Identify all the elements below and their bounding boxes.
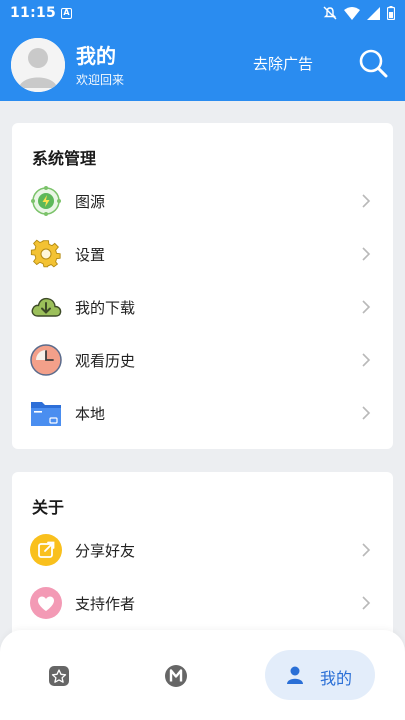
source-icon — [31, 186, 61, 216]
menu-item-share[interactable]: 分享好友 — [12, 525, 393, 575]
menu-item-settings[interactable]: 设置 — [12, 229, 393, 279]
clock-icon — [30, 344, 62, 376]
share-icon — [30, 534, 62, 566]
chevron-right-icon — [362, 406, 371, 420]
mute-bell-icon — [323, 6, 337, 20]
menu-item-label: 分享好友 — [75, 542, 136, 560]
section-title: 关于 — [32, 498, 65, 517]
menu-item-label: 我的下载 — [75, 299, 136, 317]
notification-icon: A — [61, 8, 72, 19]
remove-ads-button[interactable]: 去除广告 — [253, 53, 313, 74]
wifi-icon — [344, 6, 360, 20]
header: 11:15 A 我的 欢迎回来 去除广告 — [0, 0, 405, 101]
heart-icon — [30, 587, 62, 619]
section-title: 系统管理 — [32, 149, 97, 168]
welcome-text: 欢迎回来 — [76, 73, 125, 87]
search-button[interactable] — [356, 46, 390, 80]
chevron-right-icon — [362, 300, 371, 314]
folder-icon — [31, 402, 61, 426]
menu-item-label: 设置 — [75, 246, 106, 264]
chevron-right-icon — [362, 353, 371, 367]
nav-tab-mine[interactable]: 我的 — [265, 650, 375, 700]
battery-icon — [387, 6, 395, 20]
star-box-icon — [49, 666, 69, 686]
person-icon — [287, 666, 303, 684]
menu-item-label: 本地 — [75, 405, 106, 423]
m-circle-icon — [165, 665, 187, 687]
signal-icon — [367, 6, 380, 20]
chevron-right-icon — [362, 247, 371, 261]
menu-item-support[interactable]: 支持作者 — [12, 578, 393, 628]
status-icons — [323, 6, 395, 20]
menu-item-history[interactable]: 观看历史 — [12, 335, 393, 385]
chevron-right-icon — [362, 543, 371, 557]
status-time: 11:15 — [10, 5, 57, 21]
bottom-nav: 我的 — [0, 630, 405, 720]
cloud-download-icon — [31, 297, 62, 317]
menu-item-label: 图源 — [75, 193, 106, 211]
menu-item-downloads[interactable]: 我的下载 — [12, 282, 393, 332]
menu-item-source[interactable]: 图源 — [12, 176, 393, 226]
menu-item-label: 支持作者 — [75, 595, 136, 613]
avatar[interactable] — [11, 38, 65, 92]
person-avatar-icon — [11, 38, 65, 92]
status-bar: 11:15 A — [0, 0, 405, 28]
chevron-right-icon — [362, 596, 371, 610]
gear-icon — [30, 239, 61, 268]
chevron-right-icon — [362, 194, 371, 208]
menu-item-local[interactable]: 本地 — [12, 388, 393, 438]
menu-item-label: 观看历史 — [75, 352, 136, 370]
nav-tab-manga[interactable] — [161, 654, 191, 698]
system-section: 系统管理 图源 设置 我的下载 观看历史 本地 — [12, 123, 393, 449]
search-icon — [359, 49, 388, 78]
nav-tab-label: 我的 — [320, 669, 353, 688]
nav-tab-discover[interactable] — [44, 654, 74, 698]
page-title: 我的 — [76, 44, 116, 68]
